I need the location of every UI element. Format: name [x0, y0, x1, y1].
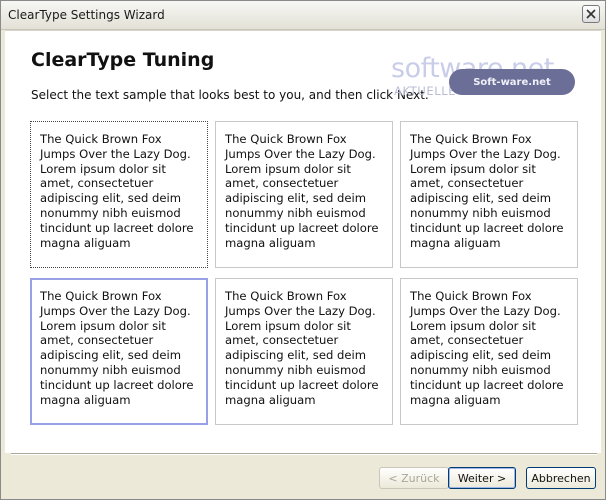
close-icon: [586, 9, 596, 19]
button-divider: [11, 453, 597, 455]
page-title: ClearType Tuning: [31, 49, 215, 71]
wizard-page: ClearType Tuning Select the text sample …: [5, 30, 601, 453]
text-sample-2[interactable]: The Quick Brown Fox Jumps Over the Lazy …: [215, 121, 393, 268]
close-button[interactable]: [582, 5, 600, 23]
text-sample-3[interactable]: The Quick Brown Fox Jumps Over the Lazy …: [400, 121, 578, 268]
back-button[interactable]: < Zurück: [379, 467, 449, 489]
text-sample-6[interactable]: The Quick Brown Fox Jumps Over the Lazy …: [400, 278, 578, 425]
text-sample-1[interactable]: The Quick Brown Fox Jumps Over the Lazy …: [30, 121, 208, 268]
cancel-button[interactable]: Abbrechen: [526, 467, 596, 489]
next-button[interactable]: Weiter >: [448, 467, 516, 489]
instruction-text: Select the text sample that looks best t…: [31, 88, 429, 102]
wizard-window: ClearType Settings Wizard ClearType Tuni…: [0, 0, 606, 500]
watermark-title: software.net: [391, 53, 554, 84]
title-bar[interactable]: ClearType Settings Wizard: [1, 1, 605, 30]
watermark-badge: Soft-ware.net: [449, 69, 575, 95]
text-sample-4[interactable]: The Quick Brown Fox Jumps Over the Lazy …: [30, 278, 208, 425]
text-sample-5[interactable]: The Quick Brown Fox Jumps Over the Lazy …: [215, 278, 393, 425]
window-title: ClearType Settings Wizard: [8, 8, 165, 22]
